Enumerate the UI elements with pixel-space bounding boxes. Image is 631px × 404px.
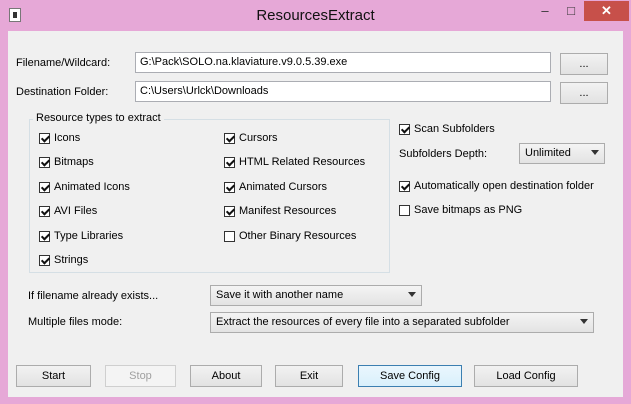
minimize-button[interactable]: – [532,1,558,21]
exit-button[interactable]: Exit [275,365,343,387]
checkbox-label: Animated Cursors [239,181,328,193]
checkbox-label: Other Binary Resources [239,230,357,242]
checkbox-box[interactable] [39,254,50,266]
checkbox-label: Strings [54,254,89,266]
checkbox-label: Animated Icons [54,181,130,193]
checkbox-label: Automatically open destination folder [414,180,594,192]
checkbox-box[interactable] [39,132,50,144]
checkbox-icons[interactable]: Icons [39,132,80,144]
checkbox-save-png[interactable]: Save bitmaps as PNG [399,204,522,216]
multiple-files-select[interactable]: Extract the resources of every file into… [210,312,594,333]
checkbox-box[interactable] [39,205,50,217]
stop-button[interactable]: Stop [105,365,176,387]
if-exists-label: If filename already exists... [28,290,159,302]
checkbox-strings[interactable]: Strings [39,254,88,266]
checkbox-box[interactable] [224,132,235,144]
checkbox-label: Manifest Resources [239,205,337,217]
checkbox-label: Bitmaps [54,156,94,168]
checkbox-box[interactable] [39,156,50,168]
checkbox-animated-icons[interactable]: Animated Icons [39,181,130,193]
checkbox-html-related[interactable]: HTML Related Resources [224,156,365,168]
checkbox-box[interactable] [399,204,410,216]
chevron-down-icon [580,319,588,324]
checkbox-label: AVI Files [54,205,98,217]
checkbox-box[interactable] [399,123,410,135]
destination-input[interactable]: C:\Users\Urlck\Downloads [135,81,551,102]
save-config-button[interactable]: Save Config [358,365,462,387]
checkbox-avi-files[interactable]: AVI Files [39,205,97,217]
multiple-files-label: Multiple files mode: [28,316,123,328]
checkbox-auto-open[interactable]: Automatically open destination folder [399,180,594,192]
checkbox-box[interactable] [224,230,235,242]
resource-types-title: Resource types to extract [33,112,164,124]
checkbox-bitmaps[interactable]: Bitmaps [39,156,94,168]
select-value: Save it with another name [216,289,344,301]
client-area: Filename/Wildcard: G:\Pack\SOLO.na.klavi… [8,31,623,397]
about-button[interactable]: About [190,365,262,387]
maximize-button[interactable]: □ [558,1,584,21]
destination-label: Destination Folder: [16,86,109,98]
checkbox-box[interactable] [39,181,50,193]
subfolders-depth-label: Subfolders Depth: [399,148,488,160]
checkbox-label: HTML Related Resources [239,156,366,168]
destination-browse-button[interactable]: ... [560,82,608,104]
select-value: Unlimited [525,147,571,159]
checkbox-box[interactable] [224,156,235,168]
load-config-button[interactable]: Load Config [474,365,578,387]
start-button[interactable]: Start [16,365,91,387]
close-button[interactable]: ✕ [584,1,629,21]
checkbox-manifest[interactable]: Manifest Resources [224,205,336,217]
checkbox-label: Scan Subfolders [414,123,495,135]
checkbox-label: Save bitmaps as PNG [414,204,523,216]
checkbox-box[interactable] [399,180,410,192]
checkbox-label: Icons [54,132,81,144]
resource-types-group [29,119,390,273]
filename-browse-button[interactable]: ... [560,53,608,75]
select-value: Extract the resources of every file into… [216,316,510,328]
checkbox-scan-subfolders[interactable]: Scan Subfolders [399,123,495,135]
filename-label: Filename/Wildcard: [16,57,111,69]
checkbox-cursors[interactable]: Cursors [224,132,278,144]
subfolders-depth-select[interactable]: Unlimited [519,143,605,164]
chevron-down-icon [591,150,599,155]
checkbox-animated-cursors[interactable]: Animated Cursors [224,181,327,193]
filename-input[interactable]: G:\Pack\SOLO.na.klaviature.v9.0.5.39.exe [135,52,551,73]
checkbox-label: Cursors [239,132,278,144]
checkbox-box[interactable] [224,181,235,193]
checkbox-box[interactable] [224,205,235,217]
checkbox-box[interactable] [39,230,50,242]
if-exists-select[interactable]: Save it with another name [210,285,422,306]
checkbox-other-binary[interactable]: Other Binary Resources [224,230,356,242]
chevron-down-icon [408,292,416,297]
checkbox-type-libraries[interactable]: Type Libraries [39,230,123,242]
checkbox-label: Type Libraries [54,230,124,242]
